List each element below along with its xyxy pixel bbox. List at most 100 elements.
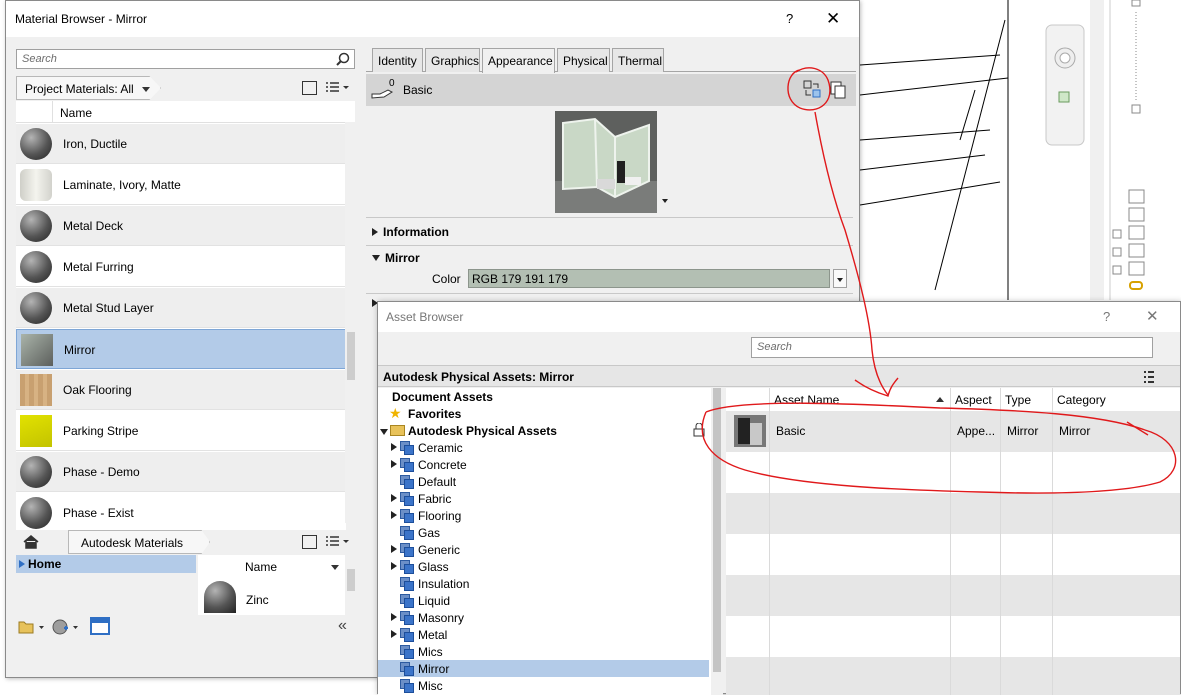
section-separator [366, 293, 853, 294]
tab-physical[interactable]: Physical [557, 48, 610, 72]
sort-up-icon [936, 397, 944, 402]
color-dropdown-button[interactable] [833, 269, 847, 288]
tree-category-default[interactable]: Default [378, 473, 709, 490]
material-name: Mirror [64, 343, 96, 357]
mirror-section[interactable]: Mirror [372, 251, 420, 265]
material-list-scrollbar[interactable] [345, 122, 357, 523]
expand-icon[interactable] [391, 443, 397, 451]
tab-identity[interactable]: Identity [372, 48, 423, 72]
tree-favorites[interactable]: ★ Favorites [378, 405, 709, 422]
library-tree-home[interactable]: Home [16, 555, 196, 573]
tree-category-misc[interactable]: Misc [378, 677, 709, 694]
material-list-item[interactable]: Phase - Demo [16, 452, 346, 492]
project-filter-dropdown[interactable]: Project Materials: All [16, 76, 161, 100]
tree-category-concrete[interactable]: Concrete [378, 456, 709, 473]
list-view-icon[interactable] [1144, 370, 1154, 384]
tree-category-mics[interactable]: Mics [378, 643, 709, 660]
col-asset-name[interactable]: Asset Name [774, 393, 839, 407]
cell-asset-name: Basic [776, 424, 806, 438]
tab-appearance[interactable]: Appearance [482, 48, 555, 73]
library-bar: Autodesk Materials [16, 530, 355, 554]
material-search-input[interactable]: Search [16, 49, 355, 69]
col-category[interactable]: Category [1057, 393, 1106, 407]
material-thumbnail [20, 456, 52, 488]
home-icon[interactable] [22, 534, 40, 550]
expand-icon[interactable] [391, 562, 397, 570]
tree-category-generic[interactable]: Generic [378, 541, 709, 558]
tree-category-ceramic[interactable]: Ceramic [378, 439, 709, 456]
expand-icon[interactable] [391, 460, 397, 468]
expand-icon[interactable] [391, 545, 397, 553]
material-list-item[interactable]: Mirror [16, 329, 346, 369]
close-button[interactable]: ✕ [1146, 307, 1159, 325]
tree-category-fabric[interactable]: Fabric [378, 490, 709, 507]
open-library-icon[interactable] [18, 618, 46, 636]
tree-category-metal[interactable]: Metal [378, 626, 709, 643]
tree-category-flooring[interactable]: Flooring [378, 507, 709, 524]
material-thumbnail [20, 169, 52, 201]
library-item[interactable]: Zinc [198, 579, 345, 615]
scrollbar-thumb[interactable] [347, 569, 355, 591]
information-section[interactable]: Information [372, 225, 449, 239]
list-header-name[interactable]: Name [60, 106, 92, 120]
material-list-item[interactable]: Metal Stud Layer [16, 288, 346, 328]
material-list-item[interactable]: Oak Flooring [16, 370, 346, 410]
tree-category-liquid[interactable]: Liquid [378, 592, 709, 609]
scrollbar-thumb[interactable] [347, 332, 355, 380]
close-button[interactable]: ✕ [826, 9, 840, 29]
help-button[interactable]: ? [786, 11, 793, 26]
preview-options-icon[interactable] [662, 199, 668, 203]
scrollbar-thumb[interactable] [713, 388, 721, 672]
show-editor-icon[interactable] [90, 617, 110, 635]
grid-row[interactable]: Basic Appe... Mirror Mirror [726, 411, 1180, 452]
expand-icon[interactable] [391, 511, 397, 519]
asset-search-input[interactable]: Search [751, 337, 1153, 358]
library-scrollbar[interactable] [345, 555, 357, 615]
material-list-item[interactable]: Parking Stripe [16, 411, 346, 451]
tree-category-masonry[interactable]: Masonry [378, 609, 709, 626]
tree-category-insulation[interactable]: Insulation [378, 575, 709, 592]
search-icon[interactable] [336, 52, 350, 66]
col-aspect[interactable]: Aspect [955, 393, 992, 407]
grid-divider [950, 388, 951, 695]
replace-asset-icon[interactable] [803, 80, 823, 100]
tab-graphics[interactable]: Graphics [425, 48, 480, 72]
library-breadcrumb[interactable]: Autodesk Materials [68, 530, 210, 554]
material-list-item[interactable]: Metal Furring [16, 247, 346, 287]
panel-layout-icon[interactable] [302, 535, 317, 549]
duplicate-asset-icon[interactable] [830, 80, 848, 100]
tree-scrollbar[interactable] [711, 388, 723, 695]
color-field[interactable]: RGB 179 191 179 [468, 269, 830, 288]
expand-icon[interactable] [391, 630, 397, 638]
material-list-item[interactable]: Iron, Ductile [16, 124, 346, 164]
material-list-item[interactable]: Phase - Exist [16, 493, 346, 533]
material-thumbnail [20, 415, 52, 447]
tree-category-label: Mirror [418, 662, 450, 676]
material-list-item[interactable]: Metal Deck [16, 206, 346, 246]
help-button[interactable]: ? [1103, 309, 1110, 324]
asset-count: 0 [389, 78, 395, 89]
col-type[interactable]: Type [1005, 393, 1031, 407]
panel-layout-icon[interactable] [302, 81, 317, 95]
tab-thermal[interactable]: Thermal [612, 48, 664, 72]
material-list-item[interactable]: Laminate, Ivory, Matte [16, 165, 346, 205]
grid-divider [1000, 388, 1001, 695]
tree-category-glass[interactable]: Glass [378, 558, 709, 575]
material-name: Iron, Ductile [63, 137, 128, 151]
library-list-header[interactable]: Name [242, 555, 345, 577]
create-material-icon[interactable] [52, 618, 80, 636]
tree-category-gas[interactable]: Gas [378, 524, 709, 541]
tree-library[interactable]: Autodesk Physical Assets [378, 422, 709, 439]
list-view-icon[interactable] [325, 534, 351, 550]
appearance-preview[interactable] [555, 111, 657, 213]
asset-browser-dialog: Asset Browser ? ✕ Search Autodesk Physic… [377, 301, 1181, 695]
tree-category-label: Glass [418, 560, 449, 574]
collapse-icon[interactable]: « [338, 617, 347, 635]
tree-document-assets[interactable]: Document Assets [378, 388, 709, 405]
list-view-icon[interactable] [325, 80, 351, 96]
dialog-title: Material Browser - Mirror [15, 12, 148, 26]
tree-category-mirror[interactable]: Mirror [378, 660, 709, 677]
asset-category-icon [400, 492, 414, 506]
expand-icon[interactable] [391, 613, 397, 621]
expand-icon[interactable] [391, 494, 397, 502]
